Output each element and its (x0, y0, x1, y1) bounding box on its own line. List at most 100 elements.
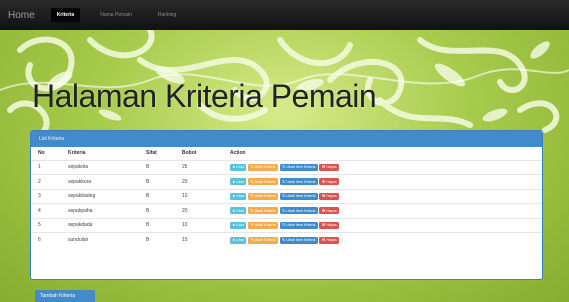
cell-bobot: 10 (175, 188, 223, 204)
hapus-button[interactable]: ✖Hapus (319, 236, 340, 244)
lihat-button[interactable]: ●Lihat (230, 163, 247, 171)
ubah-kriteria-button[interactable]: ✎Ubah Kriteria (247, 221, 279, 229)
cell-bobot: 10 (175, 217, 223, 233)
cell-sifat: B (139, 203, 175, 218)
info-circle-icon: ● (232, 193, 235, 199)
cell-kriteria: sundulan (61, 232, 139, 247)
times-icon: ✖ (321, 178, 326, 184)
cell-bobot: 20 (175, 203, 223, 218)
table-row: 4 sepakpaha B 20 ●Lihat ✎Ubah Kriteria ↻Ub… (31, 203, 542, 218)
nav-item-ranking[interactable]: Ranking (152, 8, 182, 22)
info-circle-icon: ● (232, 164, 235, 170)
ubah-item-kriteria-button[interactable]: ↻Ubah Item Kriteria (279, 192, 318, 200)
kriteria-panel: List Kriteria No Kriteria Sifat Bobot Ac… (30, 130, 543, 280)
edit-icon: ✎ (250, 164, 254, 170)
info-circle-icon: ● (232, 207, 235, 213)
lihat-button[interactable]: ●Lihat (230, 207, 247, 215)
table-row: 3 sepakbadeg B 10 ●Lihat ✎Ubah Kriteria ↻U… (31, 188, 542, 204)
kriteria-table: No Kriteria Sifat Bobot Action 1 sepakol… (31, 147, 542, 247)
ubah-kriteria-button[interactable]: ✎Ubah Kriteria (247, 236, 279, 244)
column-header-sifat: Sifat (146, 150, 157, 157)
lihat-button[interactable]: ●Lihat (230, 221, 247, 229)
edit-icon: ✎ (250, 237, 254, 242)
ubah-item-kriteria-button[interactable]: ↻Ubah Item Kriteria (279, 178, 318, 186)
times-icon: ✖ (321, 207, 326, 213)
lihat-button[interactable]: ●Lihat (230, 236, 247, 244)
lihat-button[interactable]: ●Lihat (230, 192, 247, 200)
ubah-item-kriteria-button[interactable]: ↻Ubah Item Kriteria (279, 236, 318, 244)
cell-kriteria: sepakpaha (61, 203, 139, 218)
cell-actions: ●Lihat ✎Ubah Kriteria ↻Ubah Item Kriteria ✖… (223, 159, 542, 175)
cell-no: 3 (31, 188, 61, 204)
cell-no: 1 (31, 159, 61, 175)
column-header-action: Action (230, 150, 246, 157)
edit-icon: ✎ (250, 193, 254, 199)
edit-icon: ✎ (250, 222, 254, 228)
refresh-icon: ↻ (282, 207, 286, 213)
times-icon: ✖ (321, 193, 326, 199)
hapus-button[interactable]: ✖Hapus (319, 207, 340, 215)
hapus-button[interactable]: ✖Hapus (319, 163, 340, 171)
cell-actions: ●Lihat ✎Ubah Kriteria ↻Ubah Item Kriteria ✖… (223, 232, 542, 247)
table-row: 1 sepakola B 25 ●Lihat ✎Ubah Kriteria ↻Uba… (31, 159, 542, 175)
column-header-kriteria: Kriteria (68, 150, 86, 157)
hapus-button[interactable]: ✖Hapus (319, 192, 340, 200)
cell-actions: ●Lihat ✎Ubah Kriteria ↻Ubah Item Kriteria ✖… (223, 188, 542, 204)
times-icon: ✖ (321, 222, 326, 228)
ubah-kriteria-button[interactable]: ✎Ubah Kriteria (247, 192, 279, 200)
cell-actions: ●Lihat ✎Ubah Kriteria ↻Ubah Item Kriteria ✖… (223, 203, 542, 218)
cell-bobot: 25 (175, 159, 223, 175)
ubah-kriteria-button[interactable]: ✎Ubah Kriteria (247, 207, 279, 215)
info-circle-icon: ● (232, 237, 235, 242)
ubah-item-kriteria-button[interactable]: ↻Ubah Item Kriteria (279, 207, 318, 215)
hapus-button[interactable]: ✖Hapus (319, 221, 340, 229)
navbar: Home Kriteria Nama Pemain Ranking (0, 0, 569, 30)
cell-actions: ●Lihat ✎Ubah Kriteria ↻Ubah Item Kriteria ✖… (223, 174, 542, 189)
edit-icon: ✎ (250, 207, 254, 213)
cell-no: 6 (31, 232, 61, 247)
ubah-item-kriteria-button[interactable]: ↻Ubah Item Kriteria (279, 221, 318, 229)
info-circle-icon: ● (232, 222, 235, 228)
refresh-icon: ↻ (282, 164, 286, 170)
refresh-icon: ↻ (282, 193, 286, 199)
cell-sifat: B (139, 217, 175, 233)
ubah-kriteria-button[interactable]: ✎Ubah Kriteria (247, 178, 279, 186)
ubah-item-kriteria-button[interactable]: ↻Ubah Item Kriteria (279, 163, 318, 171)
cell-kriteria: sepakkura (61, 174, 139, 189)
edit-icon: ✎ (250, 178, 254, 184)
column-header-no: No (38, 150, 45, 157)
panel-heading: List Kriteria (31, 131, 542, 147)
cell-sifat: B (139, 188, 175, 204)
ubah-kriteria-button[interactable]: ✎Ubah Kriteria (247, 163, 279, 171)
table-row: 6 sundulan B 15 ●Lihat ✎Ubah Kriteria ↻Uba… (31, 232, 542, 247)
cell-no: 5 (31, 217, 61, 233)
lihat-button[interactable]: ●Lihat (230, 178, 247, 186)
cell-no: 2 (31, 174, 61, 189)
cell-kriteria: sepakbadeg (61, 188, 139, 204)
times-icon: ✖ (321, 164, 326, 170)
cell-sifat: B (139, 174, 175, 189)
column-header-bobot: Bobot (182, 150, 197, 157)
refresh-icon: ↻ (282, 178, 286, 184)
page-title: Halaman Kriteria Pemain (32, 78, 377, 114)
cell-bobot: 15 (175, 232, 223, 247)
cell-no: 4 (31, 203, 61, 218)
cell-sifat: B (139, 232, 175, 247)
cell-actions: ●Lihat ✎Ubah Kriteria ↻Ubah Item Kriteria ✖… (223, 217, 542, 233)
times-icon: ✖ (321, 237, 326, 242)
cell-kriteria: sepakdada (61, 217, 139, 233)
hapus-button[interactable]: ✖Hapus (319, 178, 340, 186)
table-row: 5 sepakdada B 10 ●Lihat ✎Ubah Kriteria ↻Ub… (31, 217, 542, 233)
navbar-brand-home[interactable]: Home (8, 10, 35, 21)
nav-item-kriteria[interactable]: Kriteria (50, 8, 81, 22)
table-header-row: No Kriteria Sifat Bobot Action (31, 147, 542, 160)
nav-item-nama-pemain[interactable]: Nama Pemain (94, 8, 138, 22)
table-row: 2 sepakkura B 20 ●Lihat ✎Ubah Kriteria ↻Ub… (31, 174, 542, 189)
refresh-icon: ↻ (282, 222, 286, 228)
cell-bobot: 20 (175, 174, 223, 189)
cell-kriteria: sepakola (61, 159, 139, 175)
cell-sifat: B (139, 159, 175, 175)
info-circle-icon: ● (232, 178, 235, 184)
tambah-kriteria-button[interactable]: Tambah Kriteria (35, 290, 95, 302)
refresh-icon: ↻ (282, 237, 286, 242)
